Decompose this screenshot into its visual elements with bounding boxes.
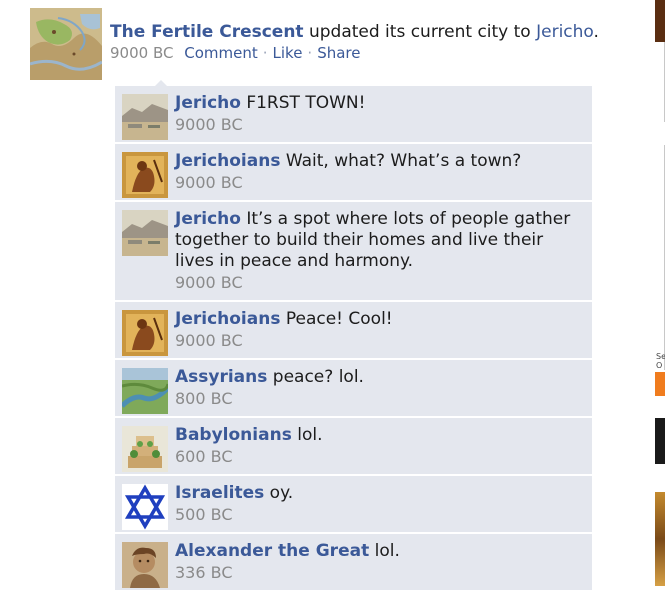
comment-item: Babylonians lol. 600 BC	[115, 418, 592, 476]
right-edge-text-line: Se	[656, 352, 665, 361]
comment-date: 800 BC	[175, 389, 233, 408]
comment-date: 600 BC	[175, 447, 233, 466]
comment-item: Israelites oy. 500 BC	[115, 476, 592, 534]
ancient-painting-icon	[122, 152, 168, 198]
like-link[interactable]: Like	[273, 44, 303, 62]
mosaic-portrait-icon	[122, 542, 168, 588]
comment-text: oy.	[264, 483, 294, 503]
jericho-avatar[interactable]	[122, 94, 168, 140]
comment-text: peace? lol.	[267, 367, 364, 387]
hanging-gardens-icon	[122, 426, 168, 472]
right-edge-text-line: O	[656, 361, 663, 370]
fertile-crescent-map-avatar[interactable]	[30, 8, 102, 80]
jericho-landscape-icon	[122, 210, 168, 256]
right-edge-text: Se O	[656, 352, 665, 370]
star-of-david-icon	[122, 484, 168, 530]
comment-date: 336 BC	[175, 563, 233, 582]
post-punct: .	[593, 22, 599, 42]
post-city-link[interactable]: Jericho	[536, 22, 593, 42]
comment-item: Assyrians peace? lol. 800 BC	[115, 360, 592, 418]
map-icon	[30, 8, 102, 80]
comment-item: Jericho It’s a spot where lots of people…	[115, 202, 592, 302]
jericho-landscape-icon	[122, 94, 168, 140]
separator-dot: ·	[307, 44, 313, 62]
post-action-text: updated its current city to	[303, 22, 537, 42]
babylonians-avatar[interactable]	[122, 426, 168, 472]
separator-dot: ·	[262, 44, 268, 62]
ancient-painting-icon	[122, 310, 168, 356]
jerichoians-avatar[interactable]	[122, 152, 168, 198]
comment-author-link[interactable]: Jericho	[175, 93, 241, 113]
comment-date: 9000 BC	[175, 115, 243, 134]
post-author-link[interactable]: The Fertile Crescent	[110, 22, 304, 42]
right-ad-fragment	[655, 418, 665, 464]
comment-text: lol.	[291, 425, 323, 445]
comment-date: 9000 BC	[175, 331, 243, 350]
comment-text: lol.	[369, 541, 400, 561]
jericho-avatar[interactable]	[122, 210, 168, 256]
comment-date: 9000 BC	[175, 173, 243, 192]
comment-author-link[interactable]: Jericho	[175, 209, 241, 229]
comment-author-link[interactable]: Israelites	[175, 483, 264, 503]
right-ad-fragment	[655, 492, 665, 586]
post-meta: 9000 BC Comment · Like · Share	[110, 44, 361, 62]
comment-item: Alexander the Great lol. 336 BC	[115, 534, 592, 592]
comment-author-link[interactable]: Alexander the Great	[175, 541, 369, 561]
comment-date: 9000 BC	[175, 273, 243, 292]
israelites-avatar[interactable]	[122, 484, 168, 530]
news-feed-page: The Fertile Crescent updated its current…	[0, 0, 665, 612]
share-link[interactable]: Share	[317, 44, 360, 62]
comment-text: Peace! Cool!	[280, 309, 393, 329]
comment-author-link[interactable]: Babylonians	[175, 425, 292, 445]
comment-author-link[interactable]: Jerichoians	[175, 151, 280, 171]
comment-item: Jerichoians Peace! Cool! 9000 BC	[115, 302, 592, 360]
comment-text: F1RST TOWN!	[240, 93, 366, 113]
comment-list: Jericho F1RST TOWN! 9000 BC Jerichoians …	[115, 80, 592, 592]
comment-date: 500 BC	[175, 505, 233, 524]
comment-text: Wait, what? What’s a town?	[280, 151, 522, 171]
assyrians-avatar[interactable]	[122, 368, 168, 414]
right-ad-fragment	[655, 0, 665, 42]
comment-item: Jericho F1RST TOWN! 9000 BC	[115, 86, 592, 144]
comment-author-link[interactable]: Jerichoians	[175, 309, 280, 329]
jerichoians-avatar[interactable]	[122, 310, 168, 356]
right-ad-fragment	[655, 372, 665, 396]
comment-item: Jerichoians Wait, what? What’s a town? 9…	[115, 144, 592, 202]
comment-link[interactable]: Comment	[184, 44, 258, 62]
alexander-avatar[interactable]	[122, 542, 168, 588]
river-valley-icon	[122, 368, 168, 414]
comment-author-link[interactable]: Assyrians	[175, 367, 267, 387]
post-date: 9000 BC	[110, 44, 174, 62]
post-story: The Fertile Crescent updated its current…	[110, 22, 599, 42]
